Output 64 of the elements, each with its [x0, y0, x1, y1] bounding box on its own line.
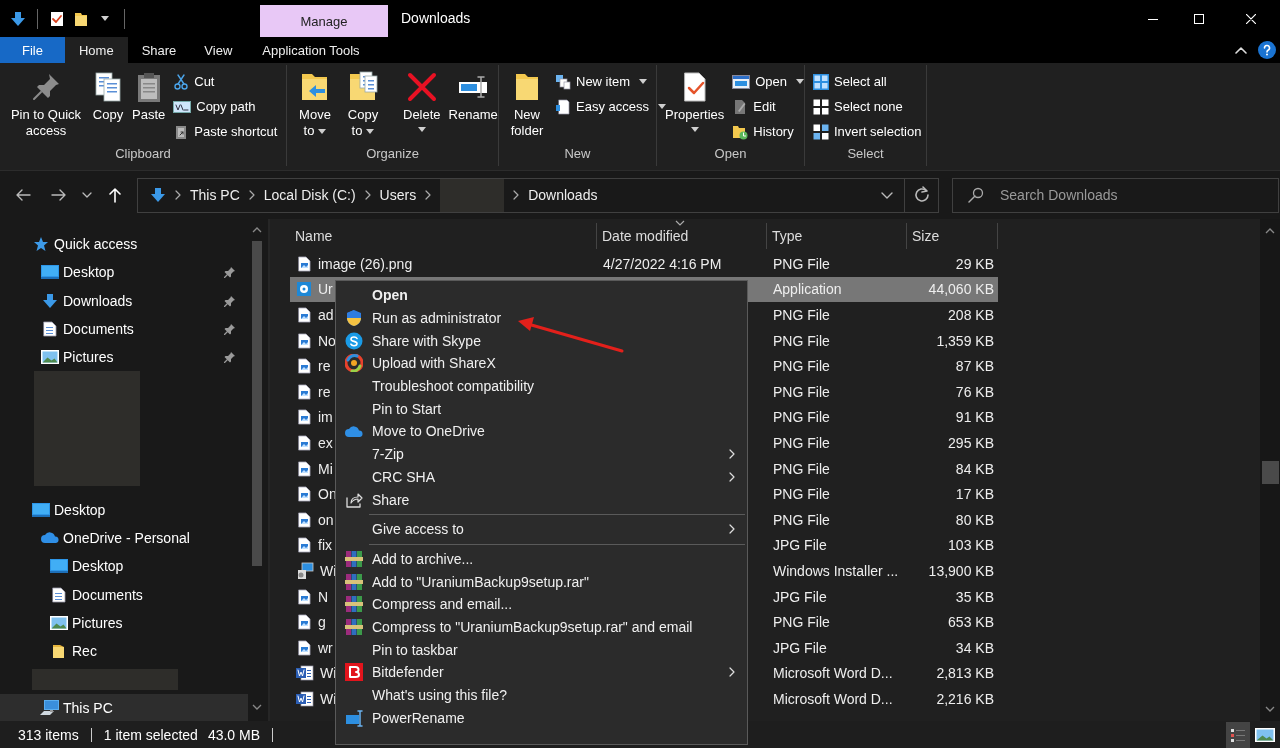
file-type: PNG File	[773, 511, 830, 528]
file-name: Wi	[320, 665, 337, 682]
file-type: PNG File	[773, 383, 830, 400]
file-type: PNG File	[773, 614, 830, 631]
file-size: 13,900 KB	[928, 562, 994, 579]
file-name: on	[318, 511, 334, 528]
file-type: PNG File	[773, 332, 830, 349]
file-size: 44,060 KB	[928, 281, 994, 298]
file-size: 76 KB	[955, 383, 994, 400]
file-name: No	[318, 332, 336, 349]
file-type: PNG File	[773, 409, 830, 426]
file-size: 208 KB	[948, 307, 994, 323]
file-type: PNG File	[773, 434, 830, 451]
file-name: re	[318, 358, 331, 375]
file-size: 2,216 KB	[936, 690, 994, 707]
file-type: Application	[773, 281, 842, 298]
file-type: JPG File	[773, 537, 827, 554]
file-name: ex	[318, 434, 333, 451]
file-type: PNG File	[773, 255, 830, 272]
file-name: Wi	[320, 690, 337, 707]
file-name: im	[318, 409, 333, 426]
file-type: PNG File	[773, 486, 830, 503]
selection-size: 43.0 MB	[207, 727, 260, 743]
file-name: Mi	[318, 460, 333, 477]
file-size: 29 KB	[955, 255, 994, 272]
file-size: 84 KB	[955, 460, 994, 477]
file-size: 103 KB	[948, 537, 994, 554]
file-size: 87 KB	[955, 358, 994, 375]
ribbon-group-label: Clipboard	[114, 146, 172, 163]
file-size: 295 KB	[948, 434, 994, 451]
file-type: Microsoft Word D...	[773, 665, 893, 682]
file-size: 653 KB	[948, 614, 994, 631]
item-count: 313 items	[18, 727, 79, 743]
file-size: 1,359 KB	[936, 332, 994, 349]
file-name: re	[318, 383, 331, 400]
file-size: 91 KB	[955, 409, 994, 426]
selection-count: 1 item selected	[103, 727, 198, 743]
ribbon-group-label: Select	[846, 146, 885, 163]
file-type: Microsoft Word D...	[773, 690, 893, 707]
file-type: PNG File	[773, 460, 830, 477]
file-name: image (26).png	[318, 255, 413, 272]
file-size: 34 KB	[955, 639, 994, 656]
file-size: 2,813 KB	[936, 665, 994, 682]
window-title: Downloads	[401, 8, 471, 28]
ribbon-group-label: Open	[713, 146, 748, 163]
ribbon-group-label: Organize	[365, 146, 420, 163]
file-name: Wi	[320, 562, 337, 579]
file-name: g	[318, 614, 326, 631]
file-name: wr	[318, 639, 333, 656]
file-name: ad	[318, 307, 334, 323]
file-size: 17 KB	[955, 486, 994, 503]
file-type: Windows Installer ...	[773, 562, 899, 579]
file-type: JPG File	[773, 639, 827, 656]
file-name: fix	[318, 537, 332, 554]
file-type: PNG File	[773, 307, 830, 323]
date-modified: 4/27/2022 4:16 PM	[603, 255, 722, 272]
context-tab-header: Manage	[260, 5, 388, 37]
file-name: Ur	[318, 281, 333, 298]
file-type: JPG File	[773, 588, 827, 605]
file-type: PNG File	[773, 358, 830, 375]
file-size: 80 KB	[955, 511, 994, 528]
ribbon-group-label: New	[563, 146, 592, 163]
file-size: 35 KB	[955, 588, 994, 605]
file-name: N	[318, 588, 329, 605]
